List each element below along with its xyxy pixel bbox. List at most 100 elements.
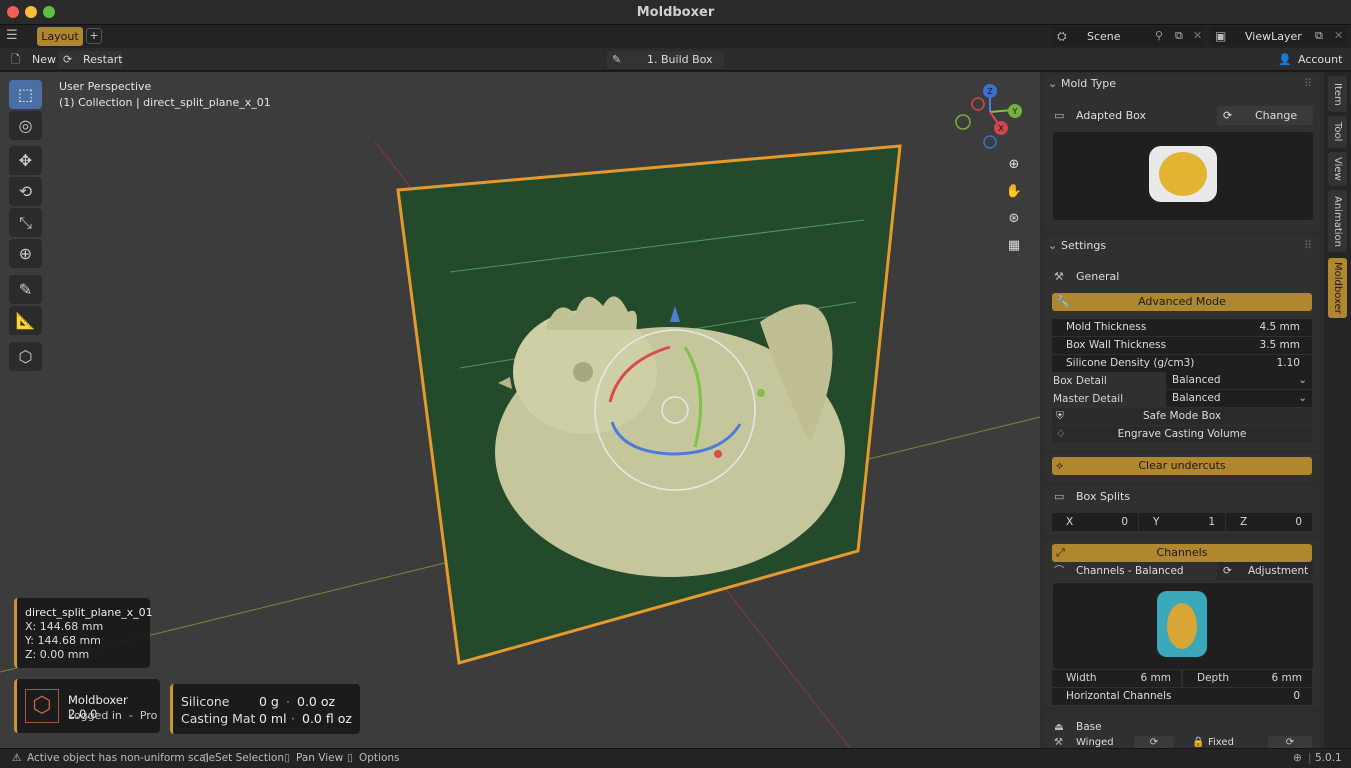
3d-viewport[interactable]: Z Y X User Perspective (1) Collection | …: [0, 72, 1040, 748]
new-file-icon: 🗋: [11, 53, 20, 66]
master-detail-dropdown[interactable]: Balanced ⌄: [1166, 390, 1312, 407]
tab-view[interactable]: View: [1328, 152, 1347, 186]
n-side-panel: ⌄ Mold Type ⠿ ▭ Adapted Box ⟳ Change ⌄ S…: [1040, 72, 1324, 748]
engrave-icon: ♢: [1056, 428, 1066, 440]
split-z-value: 0: [1295, 516, 1302, 528]
select-tool-icon[interactable]: ⬚: [9, 80, 42, 109]
horizontal-channels-field[interactable]: Horizontal Channels 0: [1052, 688, 1312, 705]
depth-value: 6 mm: [1271, 672, 1302, 684]
measure-tool-icon[interactable]: 📐: [9, 306, 42, 335]
status-warning: Active object has non-uniform scale: [27, 752, 216, 764]
engrave-casting-volume-button[interactable]: ♢ Engrave Casting Volume: [1052, 426, 1312, 443]
restart-icon: ⟳: [63, 53, 73, 66]
hamburger-menu-icon[interactable]: ☰: [6, 29, 20, 43]
edit-icon: ✎: [612, 53, 622, 66]
new-label: New: [32, 53, 56, 66]
drag-handle-icon[interactable]: ⠿: [1304, 236, 1312, 256]
channels-preset-label: Channels - Balanced: [1076, 565, 1184, 577]
adjustment-button[interactable]: ⟳ Adjustment: [1217, 562, 1313, 580]
drag-handle-icon[interactable]: ⠿: [1304, 74, 1312, 94]
refresh-icon: ⟳: [1223, 109, 1233, 122]
mouse-right-icon: ▯: [347, 752, 353, 764]
copy-viewlayer-icon[interactable]: ⧉: [1315, 29, 1323, 43]
settings-header[interactable]: ⌄ Settings ⠿: [1048, 236, 1316, 256]
add-cube-tool-icon[interactable]: ⬡: [9, 342, 42, 371]
chevron-down-icon: ⌄: [1048, 239, 1058, 252]
winged-label[interactable]: Winged: [1076, 736, 1114, 748]
scene-name: Scene: [1087, 30, 1121, 43]
base-title: Base: [1076, 721, 1102, 733]
tab-layout[interactable]: Layout: [37, 27, 83, 46]
cursor-tool-icon[interactable]: ◎: [9, 111, 42, 140]
channel-width-field[interactable]: Width 6 mm: [1052, 670, 1181, 687]
winged-icon: ⚒: [1054, 737, 1063, 748]
chevron-down-icon: ⌄: [1298, 374, 1307, 386]
scale-tool-icon[interactable]: ⤡: [9, 208, 42, 237]
account-button[interactable]: 👤 Account: [1274, 51, 1344, 69]
remove-viewlayer-icon[interactable]: ✕: [1334, 29, 1343, 42]
shield-icon: ⛨: [1056, 410, 1064, 422]
safe-mode-box-button[interactable]: ⛨ Safe Mode Box: [1052, 408, 1312, 425]
zoom-icon[interactable]: ⊕: [1003, 154, 1025, 176]
winged-refresh-icon[interactable]: ⟳: [1134, 736, 1174, 748]
move-tool-icon[interactable]: ✥: [9, 146, 42, 175]
viewlayer-selector[interactable]: ▣ ViewLayer ⧉ ✕: [1211, 27, 1347, 46]
refresh-icon: ⟳: [1223, 565, 1232, 577]
camera-view-icon[interactable]: ⊛: [1003, 208, 1025, 230]
rotate-tool-icon[interactable]: ⟲: [9, 177, 42, 206]
silicone-grams: 0 g: [259, 694, 279, 709]
remove-scene-icon[interactable]: ✕: [1193, 29, 1202, 42]
silicone-density-field[interactable]: Silicone Density (g/cm3) 1.10: [1052, 355, 1312, 372]
separator: ·: [291, 711, 295, 726]
safe-mode-label: Safe Mode Box: [1142, 410, 1222, 422]
object-x-dimension: X: 144.68 mm: [25, 620, 104, 633]
add-workspace-button[interactable]: +: [86, 28, 102, 44]
split-y-field[interactable]: Y 1: [1139, 513, 1225, 531]
advanced-mode-button[interactable]: 🔧 Advanced Mode: [1052, 293, 1312, 311]
viewlayer-name: ViewLayer: [1245, 30, 1302, 43]
clear-undercuts-button[interactable]: ⟡ Clear undercuts: [1052, 457, 1312, 475]
restart-button[interactable]: ⟳ Restart: [58, 51, 123, 69]
engrave-label: Engrave Casting Volume: [1117, 428, 1247, 440]
set-selection-hint: Set Selection: [215, 752, 284, 764]
fixed-refresh-icon[interactable]: ⟳: [1268, 736, 1312, 748]
settings-title: Settings: [1061, 239, 1107, 252]
box-detail-dropdown[interactable]: Balanced ⌄: [1166, 372, 1312, 389]
pan-hand-icon[interactable]: ✋: [1003, 181, 1025, 203]
new-button[interactable]: 🗋 New: [8, 51, 56, 69]
channel-depth-field[interactable]: Depth 6 mm: [1183, 670, 1312, 687]
field-label: Silicone Density (g/cm3): [1066, 357, 1195, 369]
split-icon: ▭: [1054, 490, 1065, 503]
split-x-field[interactable]: X 0: [1052, 513, 1138, 531]
casting-mat-label: Casting Mat: [181, 711, 256, 726]
tab-tool[interactable]: Tool: [1328, 116, 1347, 148]
hen-eye: [573, 362, 593, 382]
scene-canvas: Z Y X: [0, 84, 1040, 748]
fixed-label[interactable]: Fixed: [1208, 736, 1234, 748]
box-detail-label: Box Detail: [1053, 375, 1107, 387]
tab-item[interactable]: Item: [1328, 76, 1347, 112]
build-box-step-button[interactable]: ✎ 1. Build Box: [607, 51, 724, 69]
field-value: 3.5 mm: [1259, 339, 1301, 351]
perspective-grid-icon[interactable]: ▦: [1003, 235, 1025, 257]
active-collection-label: (1) Collection | direct_split_plane_x_01: [59, 96, 271, 109]
scene-selector[interactable]: ⛭ Scene ⚲ ⧉ ✕: [1053, 27, 1203, 46]
object-y-dimension: Y: 144.68 mm: [25, 634, 101, 647]
copy-scene-icon[interactable]: ⧉: [1175, 29, 1183, 43]
split-z-field[interactable]: Z 0: [1226, 513, 1312, 531]
box-detail-value: Balanced: [1172, 374, 1221, 386]
version-label: 5.0.1: [1315, 752, 1342, 764]
tab-animation[interactable]: Animation: [1328, 190, 1347, 252]
clear-undercuts-label: Clear undercuts: [1138, 459, 1226, 472]
split-z-label: Z: [1240, 516, 1248, 528]
box-wall-thickness-field[interactable]: Box Wall Thickness 3.5 mm: [1052, 337, 1312, 354]
transform-tool-icon[interactable]: ⊕: [9, 239, 42, 268]
channels-button[interactable]: ⤢ Channels: [1052, 544, 1312, 562]
mold-thickness-field[interactable]: Mold Thickness 4.5 mm: [1052, 319, 1312, 336]
channels-label: Channels: [1156, 546, 1208, 559]
mold-type-header[interactable]: ⌄ Mold Type ⠿: [1048, 74, 1316, 94]
annotate-tool-icon[interactable]: ✎: [9, 275, 42, 304]
pin-icon[interactable]: ⚲: [1155, 29, 1163, 42]
change-mold-type-button[interactable]: ⟳ Change: [1217, 106, 1313, 125]
tab-moldboxer[interactable]: Moldboxer: [1328, 258, 1347, 318]
